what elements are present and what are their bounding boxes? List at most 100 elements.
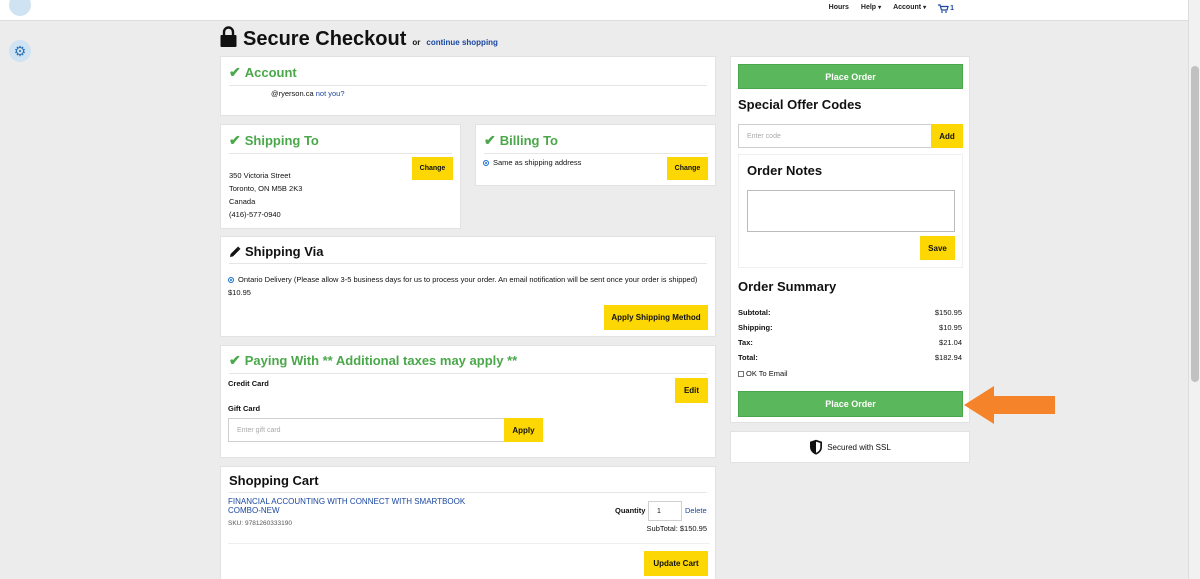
paying-with-heading: ✔ Paying With ** Additional taxes may ap… — [229, 346, 707, 374]
account-heading: ✔ Account — [229, 57, 707, 86]
address-line: 350 Victoria Street — [229, 171, 291, 180]
shipping-via-heading-label: Shipping Via — [245, 244, 324, 259]
ok-to-email-label: OK To Email — [746, 369, 788, 378]
chevron-down-icon: ▾ — [923, 5, 927, 11]
check-icon: ✔ — [484, 132, 496, 148]
nav-account[interactable]: Account ▾ — [893, 4, 926, 13]
summary-tax-label: Tax: — [738, 338, 753, 347]
shipping-to-panel: ✔ Shipping To 350 Victoria Street Toront… — [220, 124, 461, 229]
paying-with-heading-label: Paying With ** Additional taxes may appl… — [244, 353, 518, 368]
summary-total-value: $182.94 — [934, 353, 962, 362]
cart-item-sku: SKU: 9781260333190 — [228, 520, 292, 527]
order-sidebar: Place Order Special Offer Codes Enter co… — [730, 56, 970, 423]
shipping-change-button[interactable]: Change — [412, 157, 453, 180]
top-bar: Hours Help ▾ Account ▾ 1 — [0, 0, 1188, 21]
address-phone: (416)-577-0940 — [229, 210, 281, 219]
shipping-via-panel: Shipping Via Ontario Delivery (Please al… — [220, 236, 716, 337]
page-title: Secure Checkout — [243, 28, 407, 50]
scrollbar[interactable] — [1188, 0, 1200, 579]
order-notes-textarea[interactable] — [747, 190, 955, 232]
save-notes-button[interactable]: Save — [920, 236, 955, 260]
shopping-cart-heading: Shopping Cart — [229, 467, 707, 493]
cart-item-subtotal: SubTotal: $150.95 — [646, 524, 707, 533]
account-info: @ryerson.ca not you? — [271, 87, 345, 100]
place-order-button[interactable]: Place Order — [738, 391, 963, 417]
scrollbar-thumb[interactable] — [1191, 66, 1199, 382]
nav-account-label: Account — [893, 4, 922, 11]
summary-subtotal-label: Subtotal: — [738, 308, 771, 317]
nav-help[interactable]: Help ▾ — [861, 4, 881, 13]
paying-with-panel: ✔ Paying With ** Additional taxes may ap… — [220, 345, 716, 458]
summary-subtotal-value: $150.95 — [934, 308, 962, 317]
continue-shopping-link[interactable]: continue shopping — [426, 38, 498, 47]
order-notes-box: Order Notes Save — [738, 154, 963, 268]
summary-shipping-label: Shipping: — [738, 323, 773, 332]
cart-icon — [938, 4, 949, 13]
offer-codes-heading: Special Offer Codes — [738, 97, 862, 112]
shopping-cart-panel: Shopping Cart FINANCIAL ACCOUNTING WITH … — [220, 466, 716, 579]
shipping-via-heading: Shipping Via — [229, 237, 707, 264]
radio-selected[interactable] — [228, 277, 234, 284]
billing-to-heading-label: Billing To — [499, 133, 558, 148]
gift-card-label: Gift Card — [228, 404, 261, 413]
check-icon: ✔ — [229, 132, 241, 148]
billing-option[interactable]: Same as shipping address — [483, 156, 581, 169]
radio-selected[interactable] — [483, 160, 489, 167]
check-icon: ✔ — [229, 352, 241, 368]
quantity-input[interactable]: 1 — [648, 501, 682, 521]
account-email: @ryerson.ca — [271, 89, 314, 98]
credit-card-label: Credit Card — [228, 379, 269, 388]
shipping-address: 350 Victoria Street Toronto, ON M5B 2K3 … — [229, 169, 302, 221]
add-code-button[interactable]: Add — [931, 124, 963, 148]
ssl-label: Secured with SSL — [827, 442, 891, 452]
ok-to-email-checkbox[interactable] — [738, 370, 744, 377]
shipping-to-heading: ✔ Shipping To — [229, 125, 452, 154]
settings-button[interactable]: ⚙ — [9, 40, 31, 62]
lock-icon — [220, 26, 237, 47]
address-line: Toronto, ON M5B 2K3 — [229, 184, 303, 193]
address-line: Canada — [229, 197, 256, 206]
not-you-link[interactable]: not you? — [316, 89, 345, 98]
shopping-cart-heading-label: Shopping Cart — [229, 473, 319, 488]
billing-to-heading: ✔ Billing To — [484, 125, 707, 154]
offer-code-input[interactable]: Enter code — [738, 124, 932, 148]
gift-card-input[interactable]: Enter gift card — [228, 418, 505, 442]
order-summary-heading: Order Summary — [738, 279, 837, 294]
account-heading-label: Account — [244, 65, 297, 80]
pencil-icon — [230, 246, 241, 257]
billing-to-panel: ✔ Billing To Same as shipping address Ch… — [475, 124, 716, 186]
apply-shipping-method-button[interactable]: Apply Shipping Method — [604, 305, 708, 330]
summary-shipping-value: $10.95 — [939, 323, 962, 332]
nav-help-label: Help — [860, 4, 877, 11]
delete-link[interactable]: Delete — [685, 506, 707, 515]
update-cart-button[interactable]: Update Cart — [644, 551, 708, 576]
place-order-button-top[interactable]: Place Order — [738, 64, 963, 89]
shipping-method-label: Ontario Delivery (Please allow 3-5 busin… — [228, 275, 698, 297]
check-icon: ✔ — [229, 64, 241, 80]
or-text: or — [412, 38, 421, 47]
billing-option-label: Same as shipping address — [493, 158, 582, 167]
payment-edit-button[interactable]: Edit — [675, 378, 708, 403]
chevron-down-icon: ▾ — [878, 5, 882, 11]
gear-icon: ⚙ — [13, 42, 27, 59]
cart-count: 1 — [950, 5, 954, 12]
page-header: Secure Checkout or continue shopping — [220, 24, 498, 51]
nav-hours[interactable]: Hours — [829, 4, 849, 13]
cart-link[interactable]: 1 — [938, 4, 954, 13]
orange-arrow-icon — [964, 386, 1055, 424]
shield-icon — [810, 439, 823, 455]
shipping-method-option[interactable]: Ontario Delivery (Please allow 3-5 busin… — [228, 273, 698, 299]
shipping-to-heading-label: Shipping To — [244, 133, 319, 148]
summary-total-label: Total: — [738, 353, 758, 362]
account-panel: ✔ Account @ryerson.ca not you? — [220, 56, 716, 116]
ssl-badge: Secured with SSL — [730, 431, 970, 463]
billing-change-button[interactable]: Change — [667, 157, 708, 180]
ok-to-email-option[interactable]: OK To Email — [738, 369, 788, 378]
cart-item-title[interactable]: FINANCIAL ACCOUNTING WITH CONNECT WITH S… — [228, 497, 478, 515]
cart-divider — [228, 543, 710, 544]
gift-card-apply-button[interactable]: Apply — [504, 418, 543, 442]
order-notes-heading: Order Notes — [747, 163, 823, 178]
quantity-label: Quantity — [615, 506, 646, 515]
top-nav: Hours Help ▾ Account ▾ 1 — [829, 4, 954, 13]
summary-tax-value: $21.04 — [939, 338, 962, 347]
